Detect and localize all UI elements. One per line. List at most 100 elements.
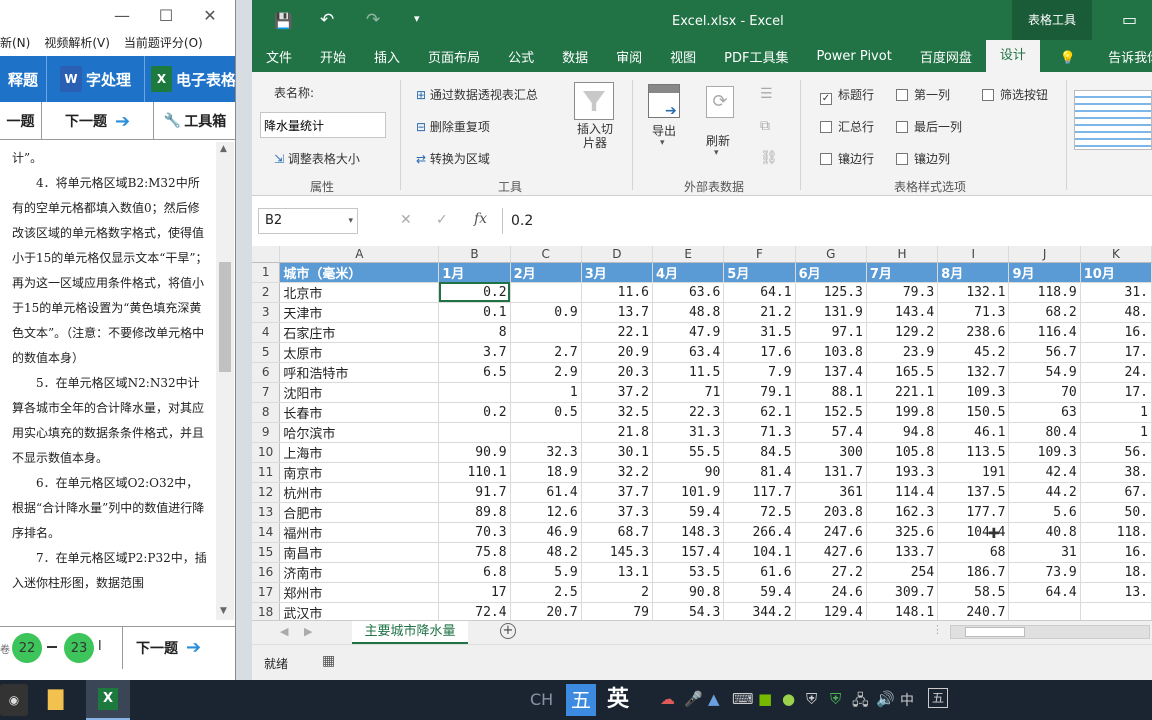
value-cell[interactable]: 118. — [1080, 522, 1152, 543]
value-cell[interactable]: 113.5 — [937, 442, 1010, 463]
column-header[interactable]: C — [510, 246, 582, 263]
undo-icon[interactable]: ↶ — [320, 10, 334, 30]
row-header[interactable]: 15 — [252, 542, 281, 563]
value-cell[interactable]: 32.3 — [510, 442, 582, 463]
taskbar-excel[interactable]: X — [86, 680, 130, 720]
value-cell[interactable]: 71 — [652, 382, 725, 403]
category-explain[interactable]: 释题 — [0, 56, 46, 102]
city-cell[interactable]: 北京市 — [279, 282, 440, 303]
value-cell[interactable]: 31. — [1080, 282, 1152, 303]
row-header[interactable]: 11 — [252, 462, 281, 483]
value-cell[interactable]: 37.7 — [581, 482, 653, 503]
value-cell[interactable]: 12.6 — [510, 502, 582, 523]
row-header[interactable]: 2 — [252, 282, 281, 303]
unlink-icon[interactable]: ⛓ — [760, 150, 778, 166]
value-cell[interactable]: 6.5 — [438, 362, 511, 383]
tab-data[interactable]: 数据 — [548, 47, 602, 66]
value-cell[interactable]: 145.3 — [581, 542, 653, 563]
value-cell[interactable]: 137.5 — [937, 482, 1010, 503]
value-cell[interactable]: 61.4 — [510, 482, 582, 503]
export-dropdown-icon[interactable]: ▾ — [660, 138, 665, 148]
value-cell[interactable]: 54.9 — [1008, 362, 1081, 383]
value-cell[interactable]: 199.8 — [866, 402, 939, 423]
tab-split-handle[interactable]: ⋮ — [932, 623, 943, 636]
value-cell[interactable]: 3.7 — [438, 342, 511, 363]
horizontal-scrollbar[interactable] — [950, 625, 1150, 639]
convert-range-button[interactable]: ⇄ 转换为区域 — [416, 150, 490, 167]
value-cell[interactable]: 101.9 — [652, 482, 725, 503]
value-cell[interactable]: 131.7 — [795, 462, 867, 483]
value-cell[interactable]: 17. — [1080, 342, 1152, 363]
value-cell[interactable]: 24.6 — [795, 582, 867, 603]
row-header[interactable]: 10 — [252, 442, 281, 463]
value-cell[interactable]: 5.9 — [510, 562, 582, 583]
value-cell[interactable]: 114.4 — [866, 482, 939, 503]
value-cell[interactable]: 90.9 — [438, 442, 511, 463]
value-cell[interactable] — [510, 422, 582, 443]
value-cell[interactable]: 80.4 — [1008, 422, 1081, 443]
value-cell[interactable]: 46.9 — [510, 522, 582, 543]
table-header-cell[interactable]: 城市（毫米） — [279, 262, 440, 283]
file-explorer-icon[interactable]: ▇ — [48, 686, 74, 712]
column-header[interactable]: A — [279, 246, 440, 263]
header-row-checkbox[interactable]: ✓ 标题行 — [820, 86, 874, 105]
value-cell[interactable]: 309.7 — [866, 582, 939, 603]
menu-item-video[interactable]: 视频解析(V) — [44, 32, 110, 54]
city-cell[interactable]: 天津市 — [279, 302, 440, 323]
column-header[interactable]: B — [438, 246, 511, 263]
save-icon[interactable]: 💾 — [274, 12, 293, 30]
ribbon-display-icon[interactable]: ▭ — [1122, 10, 1137, 29]
value-cell[interactable]: 238.6 — [937, 322, 1010, 343]
value-cell[interactable]: 247.6 — [795, 522, 867, 543]
value-cell[interactable]: 30.1 — [581, 442, 653, 463]
value-cell[interactable]: 79.3 — [866, 282, 939, 303]
value-cell[interactable]: 70 — [1008, 382, 1081, 403]
value-cell[interactable]: 97.1 — [795, 322, 867, 343]
value-cell[interactable]: 88.1 — [795, 382, 867, 403]
next-sheet-icon[interactable]: ▶ — [304, 625, 312, 638]
value-cell[interactable]: 79.1 — [723, 382, 796, 403]
value-cell[interactable]: 79 — [581, 602, 653, 620]
column-header[interactable]: G — [795, 246, 867, 263]
value-cell[interactable]: 162.3 — [866, 502, 939, 523]
value-cell[interactable]: 56.7 — [1008, 342, 1081, 363]
value-cell[interactable]: 8 — [438, 322, 511, 343]
value-cell[interactable]: 61.6 — [723, 562, 796, 583]
table-header-cell[interactable]: 7月 — [866, 262, 939, 283]
value-cell[interactable]: 38. — [1080, 462, 1152, 483]
table-header-cell[interactable]: 1月 — [438, 262, 511, 283]
tray-nvidia-icon[interactable]: ■ — [758, 690, 772, 708]
value-cell[interactable]: 63.4 — [652, 342, 725, 363]
value-cell[interactable]: 94.8 — [866, 422, 939, 443]
value-cell[interactable]: 361 — [795, 482, 867, 503]
value-cell[interactable]: 22.1 — [581, 322, 653, 343]
tray-mic-icon[interactable]: 🎤 — [684, 690, 703, 708]
cancel-icon[interactable]: ✕ — [400, 212, 412, 228]
column-header[interactable]: I — [937, 246, 1010, 263]
row-header[interactable]: 14 — [252, 522, 281, 543]
value-cell[interactable]: 13. — [1080, 582, 1152, 603]
value-cell[interactable]: 90.8 — [652, 582, 725, 603]
table-name-input[interactable] — [260, 112, 386, 138]
value-cell[interactable]: 53.5 — [652, 562, 725, 583]
refresh-icon[interactable]: ⟳ — [706, 86, 734, 118]
city-cell[interactable]: 上海市 — [279, 442, 440, 463]
value-cell[interactable]: 132.7 — [937, 362, 1010, 383]
value-cell[interactable]: 240.7 — [937, 602, 1010, 620]
value-cell[interactable]: 48. — [1080, 302, 1152, 323]
value-cell[interactable]: 325.6 — [866, 522, 939, 543]
row-header[interactable]: 17 — [252, 582, 281, 603]
first-column-checkbox[interactable]: 第一列 — [896, 86, 950, 103]
value-cell[interactable]: 0.2 — [438, 282, 511, 303]
tray-app-icon[interactable]: ▲ — [708, 690, 720, 708]
value-cell[interactable]: 84.5 — [723, 442, 796, 463]
value-cell[interactable]: 68.7 — [581, 522, 653, 543]
category-word[interactable]: W 字处理 — [46, 56, 144, 102]
value-cell[interactable]: 24. — [1080, 362, 1152, 383]
value-cell[interactable]: 44.2 — [1008, 482, 1081, 503]
question-badge-22[interactable]: 22 — [12, 633, 42, 663]
value-cell[interactable]: 31.5 — [723, 322, 796, 343]
next-question-button[interactable]: 下一题 ➔ — [42, 102, 154, 140]
close-icon[interactable]: ✕ — [200, 6, 220, 26]
table-header-cell[interactable]: 8月 — [937, 262, 1010, 283]
